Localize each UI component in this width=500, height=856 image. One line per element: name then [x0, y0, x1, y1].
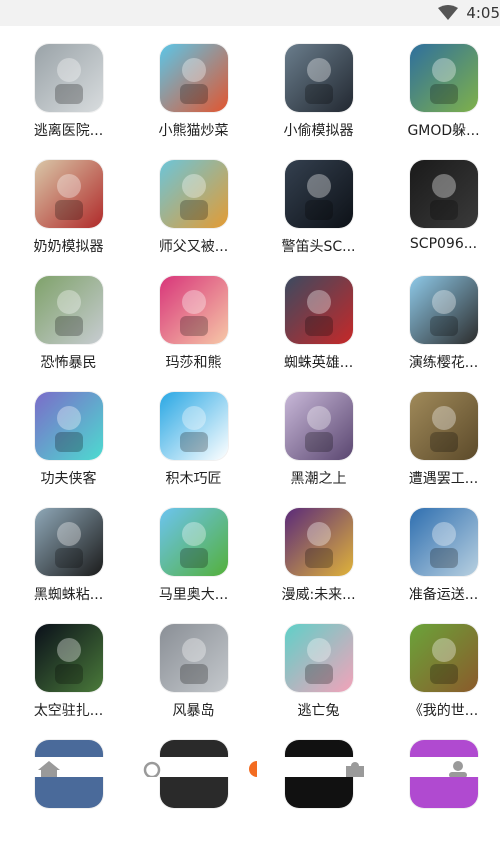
app-label: 漫威:未来... [281, 587, 356, 603]
app-item[interactable]: 师父又被... [131, 160, 256, 276]
app-label: 逃离医院... [33, 123, 104, 139]
marvel-icon[interactable] [285, 508, 353, 576]
master-rescue-icon[interactable] [160, 160, 228, 228]
app-label: 《我的世... [408, 703, 479, 719]
car-transport-icon[interactable] [410, 508, 478, 576]
escape-hospital-icon[interactable] [35, 44, 103, 112]
app-item[interactable]: 演练樱花... [381, 276, 500, 392]
app-label: 小偷模拟器 [283, 123, 354, 139]
app-item[interactable]: 黑潮之上 [256, 392, 381, 508]
app-item[interactable]: 风暴岛 [131, 624, 256, 740]
bottom-nav [0, 757, 500, 779]
thief-simulator-icon[interactable] [285, 44, 353, 112]
app-item[interactable]: 《我的世... [381, 624, 500, 740]
block-craft-icon[interactable] [160, 392, 228, 460]
app-label: 演练樱花... [408, 355, 479, 371]
app-label: 玛莎和熊 [165, 355, 222, 371]
app-item[interactable]: 功夫侠客 [6, 392, 131, 508]
home-icon[interactable] [38, 761, 60, 777]
app-item[interactable]: GMOD躲... [381, 44, 500, 160]
app-label: 准备运送... [408, 587, 479, 603]
app-label: 积木巧匠 [165, 471, 222, 487]
storm-island-icon[interactable] [160, 624, 228, 692]
minecraft-icon[interactable] [410, 624, 478, 692]
black-spider-icon[interactable] [35, 508, 103, 576]
status-right: 4:05 [438, 0, 500, 26]
app-item[interactable]: 玛莎和熊 [131, 276, 256, 392]
app-label: 太空驻扎... [33, 703, 104, 719]
strike-icon[interactable] [410, 392, 478, 460]
app-label: 恐怖暴民 [40, 355, 97, 371]
mario-icon[interactable] [160, 508, 228, 576]
app-item[interactable]: SCP096... [381, 160, 500, 276]
horror-mob-icon[interactable] [35, 276, 103, 344]
app-label: 功夫侠客 [40, 471, 97, 487]
game-icon[interactable] [246, 761, 268, 777]
app-item[interactable]: 恐怖暴民 [6, 276, 131, 392]
spider-hero-icon[interactable] [285, 276, 353, 344]
space-station-icon[interactable] [35, 624, 103, 692]
app-item[interactable]: 黑蜘蛛粘... [6, 508, 131, 624]
app-item[interactable]: 小偷模拟器 [256, 44, 381, 160]
app-label: 逃亡兔 [297, 703, 340, 719]
app-label: 黑蜘蛛粘... [33, 587, 104, 603]
app-label: 马里奥大... [158, 587, 229, 603]
scp096-icon[interactable] [410, 160, 478, 228]
app-item[interactable]: 马里奥大... [131, 508, 256, 624]
escape-rabbit-icon[interactable] [285, 624, 353, 692]
app-item[interactable]: 警笛头SC... [256, 160, 381, 276]
siren-head-icon[interactable] [285, 160, 353, 228]
app-label: 警笛头SC... [281, 239, 356, 255]
app-item[interactable]: 逃亡兔 [256, 624, 381, 740]
panda-cooking-icon[interactable] [160, 44, 228, 112]
app-item[interactable]: 遭遇罢工... [381, 392, 500, 508]
app-label: 小熊猫炒菜 [158, 123, 229, 139]
app-label: GMOD躲... [407, 123, 480, 139]
app-item[interactable]: 准备运送... [381, 508, 500, 624]
app-item[interactable]: 蜘蛛英雄... [256, 276, 381, 392]
app-label: SCP096... [409, 236, 478, 252]
app-label: 蜘蛛英雄... [283, 355, 354, 371]
app-item[interactable]: 漫威:未来... [256, 508, 381, 624]
app-item[interactable]: 太空驻扎... [6, 624, 131, 740]
masha-bear-icon[interactable] [160, 276, 228, 344]
wifi-icon [438, 5, 459, 21]
kungfu-icon[interactable] [35, 392, 103, 460]
sakura-school-icon[interactable] [410, 276, 478, 344]
app-label: 遭遇罢工... [408, 471, 479, 487]
search-icon[interactable] [142, 761, 164, 779]
app-item[interactable]: 积木巧匠 [131, 392, 256, 508]
black-tide-icon[interactable] [285, 392, 353, 460]
app-item[interactable]: 小熊猫炒菜 [131, 44, 256, 160]
app-label: 师父又被... [158, 239, 229, 255]
gmod-icon[interactable] [410, 44, 478, 112]
app-label: 黑潮之上 [290, 471, 347, 487]
app-item[interactable]: 逃离医院... [6, 44, 131, 160]
puzzle-icon[interactable] [344, 761, 366, 777]
app-label: 奶奶模拟器 [33, 239, 104, 255]
status-bar: 4:05 [0, 0, 500, 26]
profile-icon[interactable] [447, 761, 469, 778]
granny-simulator-icon[interactable] [35, 160, 103, 228]
app-item[interactable]: 奶奶模拟器 [6, 160, 131, 276]
app-label: 风暴岛 [172, 703, 215, 719]
status-time: 4:05 [466, 4, 500, 22]
